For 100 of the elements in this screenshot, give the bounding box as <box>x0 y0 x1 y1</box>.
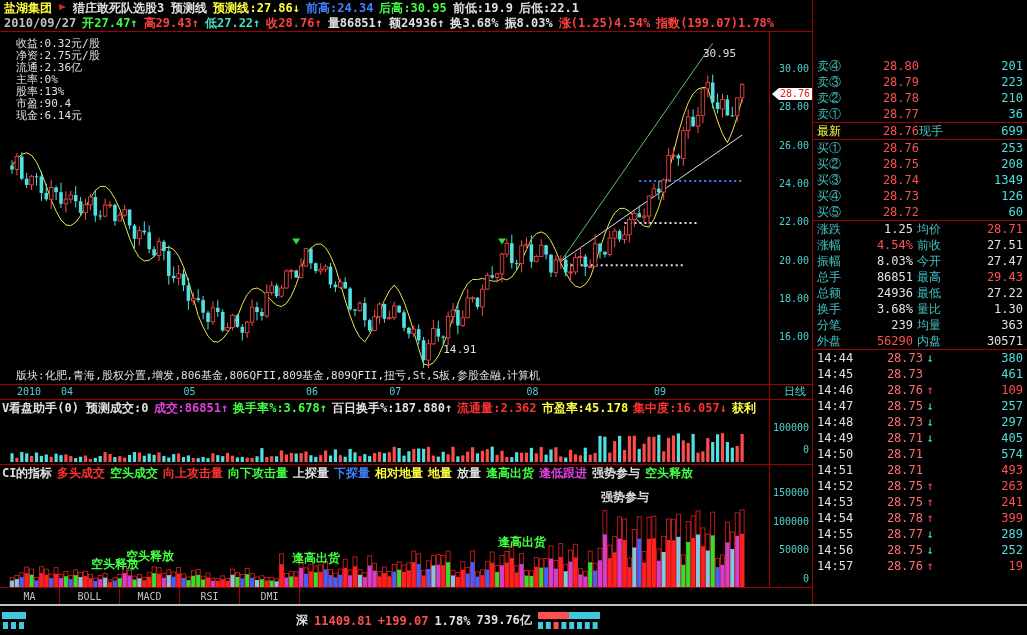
current-hand-volume: 699 <box>1000 123 1023 139</box>
market-breadth-icon <box>537 611 600 630</box>
stat-value: 27.51 <box>985 237 1023 253</box>
tick-time: 14:53 <box>817 494 855 510</box>
indicator-legend: 换手率%:3.678↑ <box>233 400 327 416</box>
tick-arrow: ↓ <box>926 398 934 414</box>
current-hand-label: 现手 <box>919 123 944 139</box>
tick-price: 28.71 <box>885 446 923 462</box>
stat-value: 4.54% <box>875 237 914 253</box>
indicator-legend: 多头成交 <box>57 465 106 481</box>
axis-label: 30.00 <box>778 63 809 75</box>
stat-value: 27.22 <box>985 285 1023 301</box>
tick-volume: 263 <box>1000 478 1023 494</box>
stat-label: 总手 <box>817 269 842 285</box>
axis-label: 18.00 <box>778 292 809 305</box>
stock-info-text: 主率:0% <box>16 74 59 86</box>
panel-icon <box>2 611 26 630</box>
header-text: 开27.47↑ <box>82 15 138 31</box>
stat-label: 涨幅 <box>817 237 842 253</box>
tick-volume: 19 <box>1007 558 1023 574</box>
order-price: 28.79 <box>881 74 919 90</box>
index-text: 1.78% <box>434 613 471 628</box>
order-volume: 208 <box>1000 156 1023 172</box>
tick-time: 14:46 <box>817 382 855 398</box>
axis-label: 16.00 <box>778 331 809 344</box>
tick-arrow: ↓ <box>926 526 934 542</box>
indicator-legend: 成交:86851↑ <box>153 400 229 416</box>
tick-price: 28.73 <box>885 414 923 430</box>
tick-time: 14:45 <box>817 366 855 382</box>
tick-volume: 574 <box>1000 446 1023 462</box>
date-label: 2010 <box>16 385 41 398</box>
tick-volume: 297 <box>1000 414 1023 430</box>
order-label: 卖③ <box>817 74 842 90</box>
stat-value: 1.25 <box>883 221 914 237</box>
indicator-legend: 逢高出货 <box>486 465 535 481</box>
indicator-legend: CI的指标 <box>2 465 53 481</box>
stat-label: 前收 <box>917 237 942 253</box>
tick-price: 28.73 <box>885 366 923 382</box>
tick-price: 28.75 <box>885 494 923 510</box>
stock-info-text: 市盈:90.4 <box>16 98 73 110</box>
axis-label: 0 <box>802 572 809 585</box>
axis-label: 22.00 <box>778 216 809 229</box>
order-price: 28.75 <box>881 156 919 172</box>
down-arrow-icon <box>498 238 506 245</box>
tick-arrow: ↓ <box>926 414 934 430</box>
tick-time: 14:48 <box>817 414 855 430</box>
order-label: 买② <box>817 156 842 172</box>
indicator-legend: 流通量:2.362 <box>457 400 537 416</box>
tick-time: 14:44 <box>817 350 855 366</box>
order-price: 28.77 <box>881 106 919 122</box>
tick-price: 28.76 <box>885 382 923 398</box>
order-price: 28.73 <box>881 188 919 204</box>
order-price: 28.80 <box>881 58 919 74</box>
header-text: 额24936↑ <box>389 15 445 31</box>
order-label: 买① <box>817 140 842 156</box>
tick-time: 14:50 <box>817 446 855 462</box>
signal-label: 逢高出货 <box>498 534 546 549</box>
tick-volume: 461 <box>1000 366 1023 382</box>
tick-volume: 257 <box>1000 398 1023 414</box>
indicator-legend: V看盘助手(0) 预测成交:0 <box>2 400 149 416</box>
order-volume: 210 <box>1000 90 1023 106</box>
tick-time: 14:57 <box>817 558 855 574</box>
indicator-legend: 向下攻击量 <box>228 465 289 481</box>
tick-volume: 252 <box>1000 542 1023 558</box>
header-text: 预测线:27.86↓ <box>213 0 301 16</box>
tick-price: 28.73 <box>885 350 923 366</box>
stat-label: 振幅 <box>817 253 842 269</box>
indicator-legend: 百日换手%:187.880↑ <box>331 400 453 416</box>
indicator-legend: 空头成交 <box>110 465 159 481</box>
stat-value: 29.43 <box>985 269 1023 285</box>
stat-label: 内盘 <box>917 333 942 349</box>
date-label: 04 <box>61 385 74 398</box>
tick-time: 14:52 <box>817 478 855 494</box>
order-label: 买⑤ <box>817 204 842 220</box>
stat-value: 30571 <box>985 333 1023 349</box>
order-volume: 201 <box>1000 58 1023 74</box>
order-label: 卖① <box>817 106 842 122</box>
header-text: 盐湖集团 <box>4 0 52 16</box>
stat-label: 量比 <box>917 301 942 317</box>
stat-label: 换手 <box>817 301 842 317</box>
tick-price: 28.76 <box>885 558 923 574</box>
order-volume: 253 <box>1000 140 1023 156</box>
order-volume: 60 <box>1007 204 1023 220</box>
axis-label: 24.00 <box>778 177 809 190</box>
indicator-legend: 向上攻击量 <box>163 465 224 481</box>
axis-label: 100000 <box>772 515 809 528</box>
date-label: 08 <box>526 385 539 398</box>
header-text: 前低:19.9 <box>452 0 513 16</box>
axis-label: 150000 <box>772 487 809 499</box>
index-text: 11409.81 <box>314 613 372 628</box>
stat-label: 外盘 <box>817 333 842 349</box>
stat-label: 涨跌 <box>817 221 842 237</box>
order-price: 28.74 <box>881 172 919 188</box>
stat-value: 56290 <box>875 333 914 349</box>
stat-value: 1.30 <box>993 301 1023 317</box>
tick-arrow: ↑ <box>926 558 934 574</box>
tick-volume: 289 <box>1000 526 1023 542</box>
stat-value: 27.47 <box>985 253 1023 269</box>
stat-label: 分笔 <box>817 317 842 333</box>
header-text: 收28.76↑ <box>266 15 322 31</box>
